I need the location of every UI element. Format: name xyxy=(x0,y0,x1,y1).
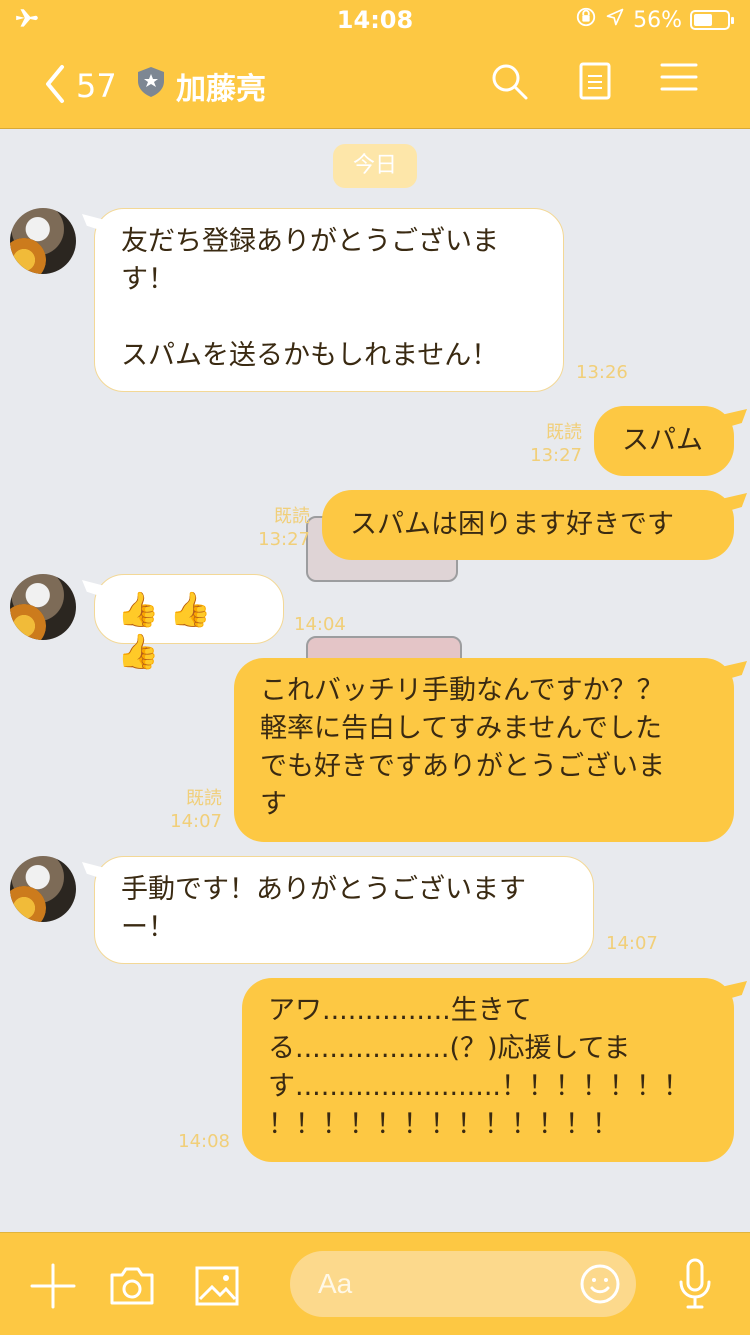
emoji-icon[interactable] xyxy=(578,1262,622,1310)
read-receipt: 既読 xyxy=(186,788,222,809)
incoming-message[interactable]: 友だち登録ありがとうございま す！ スパムを送るかもしれません！ xyxy=(94,208,564,392)
verified-shield-icon xyxy=(136,66,166,106)
message-time: 13:26 xyxy=(576,362,628,383)
menu-icon[interactable] xyxy=(660,62,698,106)
battery-icon xyxy=(690,10,734,30)
message-line: す........................！！！！！！！ xyxy=(268,1071,690,1102)
read-receipt: 既読 xyxy=(546,422,582,443)
battery-percentage: 56% xyxy=(633,7,682,33)
message-line: アワ...............生きて xyxy=(268,995,532,1026)
chevron-left-icon xyxy=(44,64,66,108)
message-time: 14:04 xyxy=(294,614,346,635)
chat-navigation: 57 加藤亮 xyxy=(0,42,750,128)
message-line: スパムを送るかもしれません！ xyxy=(121,340,499,371)
date-separator: 今日 xyxy=(333,144,417,188)
message-line: これバッチリ手動なんですか？？ xyxy=(260,675,664,706)
message-line: ！！！！！！！！！！！！！ xyxy=(268,1109,619,1140)
message-time: 14:07 xyxy=(606,933,658,954)
message-input[interactable] xyxy=(316,1261,540,1307)
friend-avatar[interactable] xyxy=(10,574,76,640)
outgoing-message[interactable]: スパム xyxy=(594,406,734,476)
message-time: 14:08 xyxy=(178,1131,230,1152)
message-input-bar xyxy=(0,1232,750,1335)
friend-name: 加藤亮 xyxy=(176,72,266,107)
plus-icon[interactable] xyxy=(30,1263,76,1313)
incoming-message[interactable]: 手動です！ありがとうございます ー！ xyxy=(94,856,594,964)
back-button[interactable]: 57 xyxy=(44,64,117,108)
read-receipt: 既読 xyxy=(274,506,310,527)
message-line: 手動です！ありがとうございます xyxy=(121,874,526,905)
message-line: 軽率に告白してすみませんでした xyxy=(260,713,663,744)
image-icon[interactable] xyxy=(194,1265,240,1311)
orientation-lock-icon xyxy=(575,6,597,34)
location-icon xyxy=(605,7,625,33)
chat-area[interactable]: 今日 友だち登録ありがとうございま す！ スパムを送るかもしれません！ 13:2… xyxy=(0,128,750,1232)
unread-count: 57 xyxy=(76,67,117,105)
message-time: 14:07 xyxy=(170,811,222,832)
friend-avatar[interactable] xyxy=(10,208,76,274)
friend-title[interactable]: 加藤亮 xyxy=(136,64,266,108)
message-line: る..................(？)応援してま xyxy=(268,1033,631,1064)
message-line: す！ xyxy=(121,264,175,295)
outgoing-message[interactable]: スパムは困ります好きです xyxy=(322,490,734,560)
outgoing-message[interactable]: アワ...............生きて る..................… xyxy=(242,978,734,1162)
message-line: 友だち登録ありがとうございま xyxy=(121,226,499,257)
camera-icon[interactable] xyxy=(108,1265,156,1311)
emoji-message[interactable]: 👍👍👍 xyxy=(94,574,284,672)
message-line: す xyxy=(260,789,287,820)
outgoing-message[interactable]: これバッチリ手動なんですか？？ 軽率に告白してすみませんでした でも好きですあり… xyxy=(234,658,734,842)
message-time: 13:27 xyxy=(258,529,310,550)
friend-avatar[interactable] xyxy=(10,856,76,922)
message-line: ー！ xyxy=(121,912,175,943)
message-input-box[interactable] xyxy=(290,1251,636,1317)
message-time: 13:27 xyxy=(530,445,582,466)
microphone-icon[interactable] xyxy=(676,1257,714,1315)
status-bar: 14:08 56% xyxy=(0,0,750,42)
message-line: でも好きですありがとうございま xyxy=(260,751,665,782)
note-icon[interactable] xyxy=(578,62,612,106)
top-bar: 14:08 56% 57 加藤亮 xyxy=(0,0,750,129)
search-icon[interactable] xyxy=(490,62,530,106)
